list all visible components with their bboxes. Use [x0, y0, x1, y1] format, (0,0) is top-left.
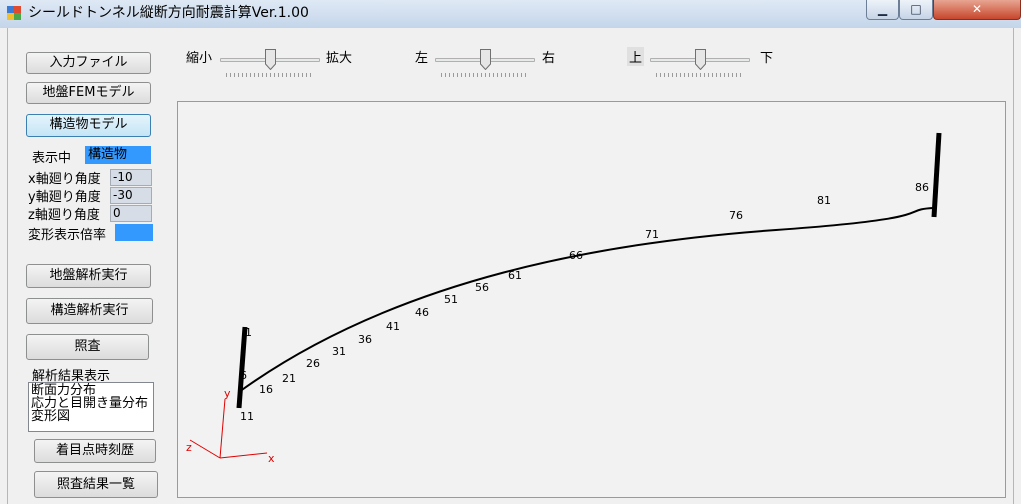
node-label: 56: [475, 281, 489, 294]
axis-x-label: x: [268, 452, 275, 465]
node-labels: 11162126313641465156616671768186: [240, 181, 929, 423]
horizontal-pan-slider[interactable]: [435, 48, 535, 78]
z-angle-input[interactable]: 0: [110, 205, 152, 222]
display-label: 表示中: [32, 151, 72, 166]
zoom-min-label: 縮小: [186, 51, 213, 66]
app-icon: [7, 6, 21, 20]
x-angle-label: x軸廻り角度: [28, 172, 101, 187]
axis-y-label: y: [224, 387, 231, 400]
structure-model-drawing: 11 16 21 26 31 36 41 46 51 56 61 66 71 76 81 86 1 6 x y…: [186, 132, 942, 465]
model-viewport[interactable]: 11 16 21 26 31 36 41 46 51 56 61 66 71 76 81 86 1 6 x y…: [177, 101, 1006, 498]
vertical-up-label: 上: [627, 47, 645, 66]
ground-fem-model-button[interactable]: 地盤FEMモデル: [26, 82, 151, 104]
check-button[interactable]: 照査: [26, 334, 149, 360]
vertical-pan-slider[interactable]: [650, 48, 750, 78]
deform-scale-input[interactable]: [115, 224, 153, 241]
pan-right-label: 右: [542, 51, 556, 66]
slider-thumb[interactable]: [479, 49, 491, 70]
node-label: 46: [415, 306, 429, 319]
window-title: シールドトンネル縦断方向耐震計算Ver.1.00: [28, 5, 309, 21]
input-file-button[interactable]: 入力ファイル: [26, 52, 151, 74]
axis-z-label: z: [186, 441, 192, 454]
node-label: 11: [240, 410, 254, 423]
x-angle-input[interactable]: -10: [110, 169, 152, 186]
minimize-button[interactable]: ▁: [866, 0, 899, 20]
deform-scale-label: 変形表示倍率: [28, 228, 107, 243]
axis-triad: x y z: [186, 387, 275, 465]
slider-ticks: [656, 73, 744, 77]
list-item[interactable]: 変形図: [31, 410, 151, 423]
end-node-label: 6: [240, 369, 247, 382]
node-label: 51: [444, 293, 458, 306]
slider-ticks: [441, 73, 529, 77]
vertical-down-label: 下: [760, 51, 774, 66]
slider-thumb[interactable]: [264, 49, 276, 70]
start-shaft: [236, 326, 248, 409]
slider-thumb[interactable]: [694, 49, 706, 70]
node-label: 71: [645, 228, 659, 241]
main-window: 入力ファイル 地盤FEMモデル 構造物モデル 表示中 構造物 x軸廻り角度 -1…: [7, 28, 1014, 504]
node-label: 31: [332, 345, 346, 358]
zoom-slider[interactable]: [220, 48, 320, 78]
node-label: 41: [386, 320, 400, 333]
results-listbox[interactable]: 断面力分布 応力と目開き量分布 変形図: [28, 382, 154, 432]
node-label: 76: [729, 209, 743, 222]
node-label: 86: [915, 181, 929, 194]
node-label: 81: [817, 194, 831, 207]
node-label: 66: [569, 249, 583, 262]
structure-analysis-button[interactable]: 構造解析実行: [26, 298, 153, 324]
node-label: 21: [282, 372, 296, 385]
zoom-max-label: 拡大: [326, 51, 353, 66]
node-label: 16: [259, 383, 273, 396]
slider-ticks: [226, 73, 314, 77]
title-bar: シールドトンネル縦断方向耐震計算Ver.1.00 ▁ □ ✕: [0, 0, 1021, 28]
maximize-button[interactable]: □: [899, 0, 933, 20]
check-results-list-button[interactable]: 照査結果一覧: [34, 471, 158, 498]
end-shaft: [931, 132, 942, 218]
node-label: 61: [508, 269, 522, 282]
tunnel-axis-line: [238, 207, 934, 393]
z-angle-label: z軸廻り角度: [28, 208, 100, 223]
y-angle-label: y軸廻り角度: [28, 190, 101, 205]
display-value: 構造物: [85, 146, 151, 164]
ground-analysis-button[interactable]: 地盤解析実行: [26, 264, 151, 288]
close-button[interactable]: ✕: [933, 0, 1021, 20]
node-label: 36: [358, 333, 372, 346]
focus-point-history-button[interactable]: 着目点時刻歴: [34, 439, 156, 463]
pan-left-label: 左: [415, 51, 429, 66]
y-angle-input[interactable]: -30: [110, 187, 152, 204]
node-label: 26: [306, 357, 320, 370]
structure-model-button[interactable]: 構造物モデル: [26, 114, 151, 137]
end-node-label: 1: [245, 326, 252, 339]
